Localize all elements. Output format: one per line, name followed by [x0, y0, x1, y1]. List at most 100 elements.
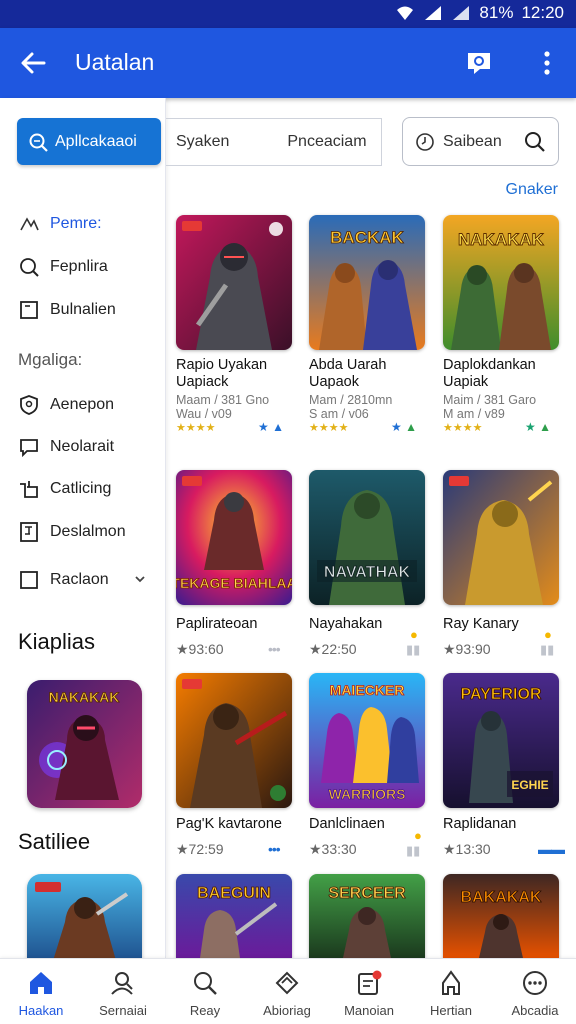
page-title: Uatalan — [75, 49, 155, 75]
featured-game-card-2[interactable] — [27, 874, 142, 958]
nav-tickets[interactable]: Abioriag — [246, 959, 328, 1024]
sidebar-item-premium[interactable]: Pemre: — [18, 209, 164, 239]
sidebar-item-messages[interactable]: Neolarait — [18, 432, 164, 462]
game-rating: ★93:60 — [176, 641, 224, 657]
nav-label: Manoian — [344, 1003, 394, 1018]
bell-badge-icon: ● — [544, 627, 552, 642]
nav-notifications[interactable]: Manoian — [328, 959, 410, 1024]
game-card[interactable]: NAKAKAK — [443, 215, 559, 350]
game-name: Paplirateoan — [176, 616, 258, 632]
checkbox-icon — [20, 571, 38, 589]
save-icon[interactable]: ▮▮ — [406, 642, 420, 658]
card-title: MAIECKER — [330, 682, 405, 698]
badge-icons: ★ ▲ — [391, 420, 417, 434]
section-title-featured: Kiaplias — [18, 629, 96, 654]
tab-pnceaciam[interactable]: Pnceaciam — [277, 133, 376, 151]
game-name: Nayahakan — [309, 616, 383, 632]
game-meta: Mam / 2810mn S am / v06 — [309, 393, 393, 421]
game-artwork — [176, 673, 292, 808]
status-bar: 81% 12:20 — [0, 0, 576, 28]
person-icon — [442, 970, 460, 995]
home-icon — [30, 972, 52, 994]
sparkle-icon — [20, 217, 39, 231]
sidebar-item-label: Bulnalien — [50, 301, 116, 318]
card-title: SERCEER — [328, 885, 406, 902]
nav-home[interactable]: Haakan — [0, 959, 82, 1024]
svg-text:WARRIORS: WARRIORS — [329, 786, 406, 802]
game-artwork: NAVATHAK — [309, 470, 425, 605]
battery-text: 81% — [479, 3, 514, 22]
game-card[interactable] — [176, 673, 292, 808]
sidebar-item-catalog[interactable]: Catlicing — [18, 474, 164, 504]
tab-syaken[interactable]: Syaken — [166, 133, 239, 151]
nav-search[interactable]: Reay — [164, 959, 246, 1024]
game-card[interactable]: PAYERIOR EGHIE — [443, 673, 559, 808]
featured-game-card[interactable]: NAKAKAK — [27, 680, 142, 808]
nav-more[interactable]: Abcadia — [494, 959, 576, 1024]
chevron-down-icon[interactable] — [134, 573, 146, 585]
page-icon — [20, 301, 38, 319]
game-meta: Maim / 381 Garo M am / v89 — [443, 393, 537, 421]
badge-icons: ★ ▲ — [525, 420, 551, 434]
feedback-icon[interactable] — [464, 48, 494, 78]
game-card[interactable] — [176, 215, 292, 350]
game-rating: ★13:30 — [443, 841, 491, 857]
sidebar-item-label: Fepnlira — [50, 258, 108, 275]
shield-icon — [20, 395, 38, 415]
game-card[interactable]: BACKAK — [309, 215, 425, 350]
cart-icon — [20, 481, 38, 498]
more-dots-icon[interactable]: ••• — [268, 641, 281, 657]
sidebar-item-explore[interactable]: Fepnlira — [18, 252, 164, 282]
sidebar-item-region[interactable]: Raclaon — [18, 565, 164, 595]
search-chat-icon — [29, 133, 48, 152]
sidebar-item-details[interactable]: Deslalmon — [18, 517, 164, 547]
game-card[interactable] — [443, 470, 559, 605]
game-artwork — [176, 215, 292, 350]
applications-button-label: Apllcakaaoi — [55, 132, 137, 150]
game-name: Pag'K kavtarone — [176, 816, 282, 832]
game-rating: ★33:30 — [309, 841, 357, 857]
more-dots-icon[interactable]: ••• — [268, 841, 281, 857]
user-search-icon — [111, 972, 133, 995]
back-arrow-icon[interactable] — [18, 48, 48, 78]
more-dots-icon[interactable]: ▬▬ — [538, 841, 565, 857]
more-vert-icon[interactable] — [535, 48, 559, 78]
game-artwork: BAKAKAK — [443, 874, 559, 958]
more-circle-icon — [523, 971, 547, 995]
game-card[interactable]: BAEGUIN — [176, 874, 292, 958]
sidebar-item-library[interactable]: Bulnalien — [18, 295, 164, 325]
save-icon[interactable]: ▮▮ — [406, 843, 420, 859]
game-card[interactable]: TEKAGE BIAHLAA — [176, 470, 292, 605]
game-card[interactable]: MAIECKER WARRIORS — [309, 673, 425, 808]
sidebar: Apllcakaaoi Pemre: Fepnlira Bulnalien Mg… — [0, 98, 166, 958]
game-card[interactable]: SERCEER — [309, 874, 425, 958]
star-rating: ★★★★ — [176, 422, 216, 434]
sidebar-item-account[interactable]: Aenepon — [18, 390, 164, 420]
svg-text:EGHIE: EGHIE — [511, 778, 548, 792]
nav-label: Haakan — [18, 1003, 64, 1018]
game-card[interactable]: BAKAKAK — [443, 874, 559, 958]
document-icon — [20, 522, 38, 542]
wifi-icon — [397, 6, 414, 20]
featured-game-artwork-2 — [27, 874, 142, 958]
game-name: Rapio Uyakan Uapiack — [176, 357, 268, 390]
nav-search-users[interactable]: Sernaiai — [82, 959, 164, 1024]
save-icon[interactable]: ▮▮ — [540, 642, 554, 658]
game-card[interactable]: NAVATHAK — [309, 470, 425, 605]
game-name: Danlclinaen — [309, 816, 385, 832]
more-link[interactable]: Gnaker — [506, 181, 558, 199]
game-name: Daplokdankan Uapiak — [443, 357, 536, 390]
game-name: Abda Uarah Uapaok — [309, 357, 387, 390]
star-rating: ★★★★ — [309, 422, 349, 434]
sidebar-subheader: Mgaliga: — [18, 350, 83, 369]
signal-2-icon — [453, 6, 470, 20]
search-icon[interactable] — [524, 131, 546, 153]
game-artwork: MAIECKER WARRIORS — [309, 673, 425, 808]
ticket-icon — [275, 971, 299, 995]
nav-profile[interactable]: Hertian — [410, 959, 492, 1024]
game-artwork: PAYERIOR EGHIE — [443, 673, 559, 808]
nav-label: Reay — [189, 1003, 221, 1018]
clock: 12:20 — [521, 3, 564, 22]
search-box[interactable]: Saibean — [402, 117, 559, 166]
applications-button[interactable]: Apllcakaaoi — [17, 118, 161, 165]
